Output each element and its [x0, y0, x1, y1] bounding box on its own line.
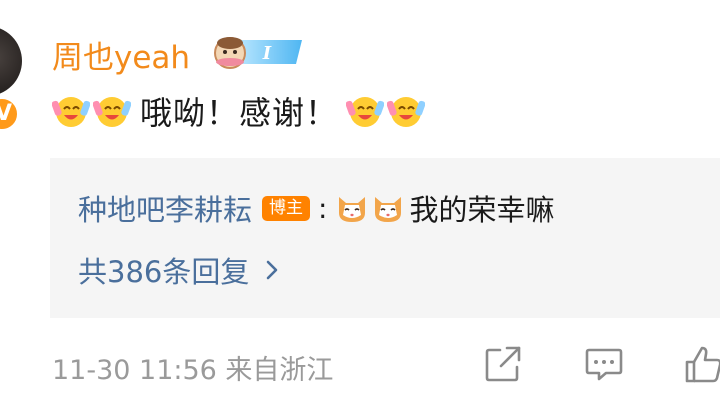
cheering-emoji-icon: [52, 97, 90, 127]
reply-colon: :: [318, 191, 328, 225]
avatar[interactable]: [0, 26, 22, 96]
comment-text: 哦呦！感谢！: [140, 94, 339, 132]
view-all-replies-link[interactable]: 共386条回复: [78, 250, 285, 290]
member-badge-icon[interactable]: I: [210, 30, 310, 72]
chevron-right-icon: [267, 260, 278, 280]
verified-v-icon: V: [0, 96, 20, 132]
reply-preview[interactable]: 种地吧李耕耘 博主 : 我的荣幸嘛 共386条回复: [50, 158, 720, 318]
reply-text: 我的荣幸嘛: [409, 193, 555, 227]
comment-card: V 周也yeah I 哦呦！感谢！ 种地吧李耕耘 博主: 我的荣幸嘛 共386…: [0, 0, 720, 405]
view-all-replies-label: 共386条回复: [78, 255, 250, 289]
like-icon[interactable]: [683, 344, 720, 384]
comment-icon[interactable]: [584, 344, 624, 384]
share-icon[interactable]: [483, 344, 523, 384]
host-tag-badge: 博主: [262, 195, 311, 221]
svg-text:I: I: [262, 43, 272, 64]
comment-content: 哦呦！感谢！: [52, 88, 428, 134]
cheering-emoji-icon: [346, 97, 385, 127]
cheering-emoji-icon: [93, 97, 131, 127]
cat-face-emoji-icon: [339, 197, 366, 222]
reply-item: 种地吧李耕耘 博主 : 我的荣幸嘛: [78, 188, 554, 228]
cat-face-emoji-icon: [375, 197, 402, 222]
comment-meta: 11-30 11:56 来自浙江: [52, 355, 334, 386]
username[interactable]: 周也yeah: [52, 32, 190, 77]
cheering-emoji-icon: [387, 97, 426, 127]
reply-author[interactable]: 种地吧李耕耘: [78, 187, 252, 229]
